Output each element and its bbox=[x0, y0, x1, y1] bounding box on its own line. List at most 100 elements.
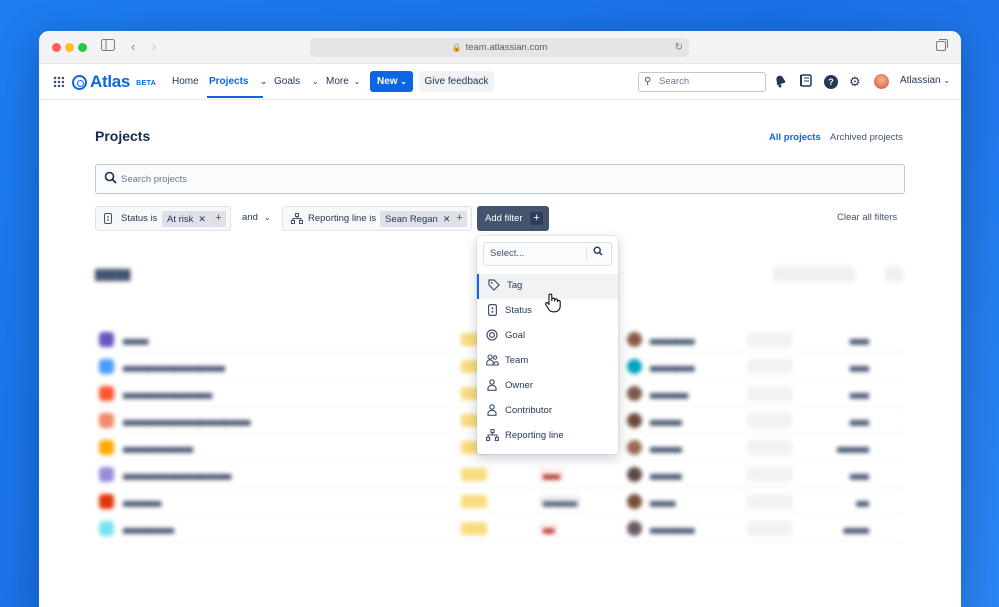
table-row: ▄▄▄▄▄▄ ▄▄▄▄▄▄ ▄▄▄▄ ▄▄ bbox=[95, 488, 905, 515]
status-filter-label: Status is bbox=[121, 213, 158, 224]
settings-gear-icon[interactable]: ⚙ bbox=[849, 74, 861, 89]
reporting-line-icon bbox=[485, 429, 499, 443]
team-icon bbox=[485, 354, 499, 368]
status-value-text: At risk bbox=[167, 214, 194, 225]
main-content: Projects All projects Archived projects … bbox=[39, 100, 961, 607]
beta-badge: BETA bbox=[136, 80, 157, 87]
notifications-icon[interactable] bbox=[774, 74, 787, 91]
chevron-down-icon: ⌄ bbox=[353, 77, 361, 86]
status-icon bbox=[485, 304, 499, 318]
give-feedback-button[interactable]: Give feedback bbox=[419, 71, 494, 92]
back-icon[interactable]: ‹ bbox=[131, 39, 135, 55]
nav-search-placeholder: Search bbox=[659, 76, 690, 87]
reload-icon[interactable]: ↻ bbox=[675, 38, 683, 57]
org-label: Atlassian bbox=[900, 75, 941, 86]
status-filter-chip[interactable]: Status is At risk ✕ + bbox=[95, 206, 231, 231]
tab-all-projects[interactable]: All projects bbox=[769, 132, 821, 143]
nav-goals[interactable]: Goals ⌄ bbox=[274, 75, 319, 89]
filter-option-goal[interactable]: Goal bbox=[477, 324, 618, 349]
add-filter-label: Add filter bbox=[485, 213, 523, 224]
contributor-icon bbox=[485, 404, 499, 418]
new-button-label: New bbox=[377, 76, 398, 87]
filter-option-label: Status bbox=[505, 305, 532, 316]
browser-window: ‹ › 🔒 team.atlassian.com ↻ Atlas BETA Hom… bbox=[39, 31, 961, 607]
blurred-count: █████ bbox=[95, 270, 131, 281]
connector-text: and bbox=[242, 212, 258, 223]
search-icon bbox=[104, 171, 117, 187]
org-switcher[interactable]: Atlassian ⌄ bbox=[900, 75, 950, 86]
filter-option-label: Reporting line bbox=[505, 430, 564, 441]
reporting-line-filter-chip[interactable]: Reporting line is Sean Regan ✕ + bbox=[282, 206, 472, 231]
search-projects-input[interactable]: Search projects bbox=[95, 164, 905, 194]
add-reporting-value-button[interactable]: + bbox=[452, 211, 467, 227]
status-filter-value[interactable]: At risk ✕ bbox=[162, 211, 211, 227]
divider bbox=[586, 247, 587, 261]
reporting-line-filter-label: Reporting line is bbox=[308, 213, 377, 224]
filter-option-team[interactable]: Team bbox=[477, 349, 618, 374]
atlas-logo[interactable]: Atlas BETA bbox=[72, 72, 156, 92]
nav-goals-label: Goals bbox=[274, 76, 301, 87]
tab-archived-projects[interactable]: Archived projects bbox=[830, 132, 903, 143]
blurred-control bbox=[773, 266, 855, 282]
maximize-window-button[interactable] bbox=[78, 43, 87, 52]
owner-icon bbox=[485, 379, 499, 393]
filter-option-label: Contributor bbox=[505, 405, 552, 416]
filter-type-select[interactable]: Select... bbox=[483, 242, 612, 266]
reporting-line-icon bbox=[291, 213, 303, 227]
user-avatar[interactable] bbox=[874, 74, 889, 89]
table-row: ▄▄▄▄▄▄▄▄▄▄▄▄▄▄▄▄▄▄▄▄▄ bbox=[95, 515, 905, 542]
url-text: team.atlassian.com bbox=[465, 42, 548, 53]
address-bar[interactable]: 🔒 team.atlassian.com ↻ bbox=[310, 38, 689, 57]
chevron-down-icon: ⌄ bbox=[311, 77, 319, 86]
nav-search-input[interactable]: ⚲ Search bbox=[638, 72, 766, 92]
filter-option-reporting-line[interactable]: Reporting line bbox=[477, 424, 618, 449]
search-icon bbox=[593, 243, 603, 265]
filter-option-owner[interactable]: Owner bbox=[477, 374, 618, 399]
sidebar-toggle-icon[interactable] bbox=[101, 39, 115, 55]
chevron-down-icon: ⌄ bbox=[400, 77, 407, 86]
filter-option-label: Tag bbox=[507, 280, 523, 291]
filter-option-label: Team bbox=[505, 355, 529, 366]
brand-name: Atlas bbox=[90, 72, 131, 91]
help-icon[interactable]: ? bbox=[824, 75, 838, 89]
filter-option-label: Goal bbox=[505, 330, 526, 341]
blurred-control bbox=[885, 266, 903, 282]
add-filter-button[interactable]: Add filter + bbox=[477, 206, 549, 231]
search-projects-placeholder: Search projects bbox=[121, 174, 188, 185]
goal-icon bbox=[485, 329, 499, 343]
browser-titlebar: ‹ › 🔒 team.atlassian.com ↻ bbox=[39, 31, 961, 64]
nav-more[interactable]: More ⌄ bbox=[326, 75, 360, 89]
nav-home[interactable]: Home bbox=[172, 75, 199, 89]
add-status-value-button[interactable]: + bbox=[211, 211, 226, 227]
reporting-line-filter-value[interactable]: Sean Regan ✕ bbox=[380, 211, 456, 227]
reporting-value-text: Sean Regan bbox=[385, 214, 438, 225]
minimize-window-button[interactable] bbox=[65, 43, 74, 52]
lock-icon: 🔒 bbox=[451, 43, 462, 52]
filter-option-label: Owner bbox=[505, 380, 533, 391]
table-row: ▄▄▄▄▄▄▄▄▄▄▄▄▄▄▄▄▄▄▄▄▄▄▄▄▄▄▄▄ bbox=[95, 461, 905, 488]
active-tab-indicator bbox=[207, 96, 263, 98]
nav-more-label: More bbox=[326, 76, 349, 87]
status-icon bbox=[104, 213, 112, 227]
clear-all-filters-link[interactable]: Clear all filters bbox=[837, 212, 897, 223]
hand-cursor-icon bbox=[545, 293, 561, 313]
tabs-overview-icon[interactable] bbox=[936, 39, 948, 55]
page-title: Projects bbox=[95, 128, 151, 144]
chevron-down-icon: ⌄ bbox=[943, 76, 951, 85]
close-window-button[interactable] bbox=[52, 43, 61, 52]
chevron-down-icon: ⌄ bbox=[260, 77, 267, 86]
new-button[interactable]: New ⌄ bbox=[370, 71, 413, 92]
forward-icon[interactable]: › bbox=[152, 39, 156, 55]
nav-projects[interactable]: Projects ⌄ bbox=[209, 75, 267, 89]
top-navigation: Atlas BETA Home Projects ⌄ Goals ⌄ More … bbox=[39, 64, 961, 100]
nav-projects-label: Projects bbox=[209, 76, 249, 87]
chevron-down-icon: ⌄ bbox=[263, 213, 271, 222]
remove-icon[interactable]: ✕ bbox=[198, 214, 206, 224]
filter-connector-select[interactable]: and ⌄ bbox=[242, 212, 271, 223]
add-filter-dropdown: Select... Tag Status Goal Team Owner Con… bbox=[477, 236, 618, 454]
remove-icon[interactable]: ✕ bbox=[443, 214, 451, 224]
filter-option-contributor[interactable]: Contributor bbox=[477, 399, 618, 424]
updates-icon[interactable] bbox=[800, 74, 812, 90]
filter-type-placeholder: Select... bbox=[490, 248, 525, 259]
app-switcher-icon[interactable] bbox=[53, 76, 64, 87]
